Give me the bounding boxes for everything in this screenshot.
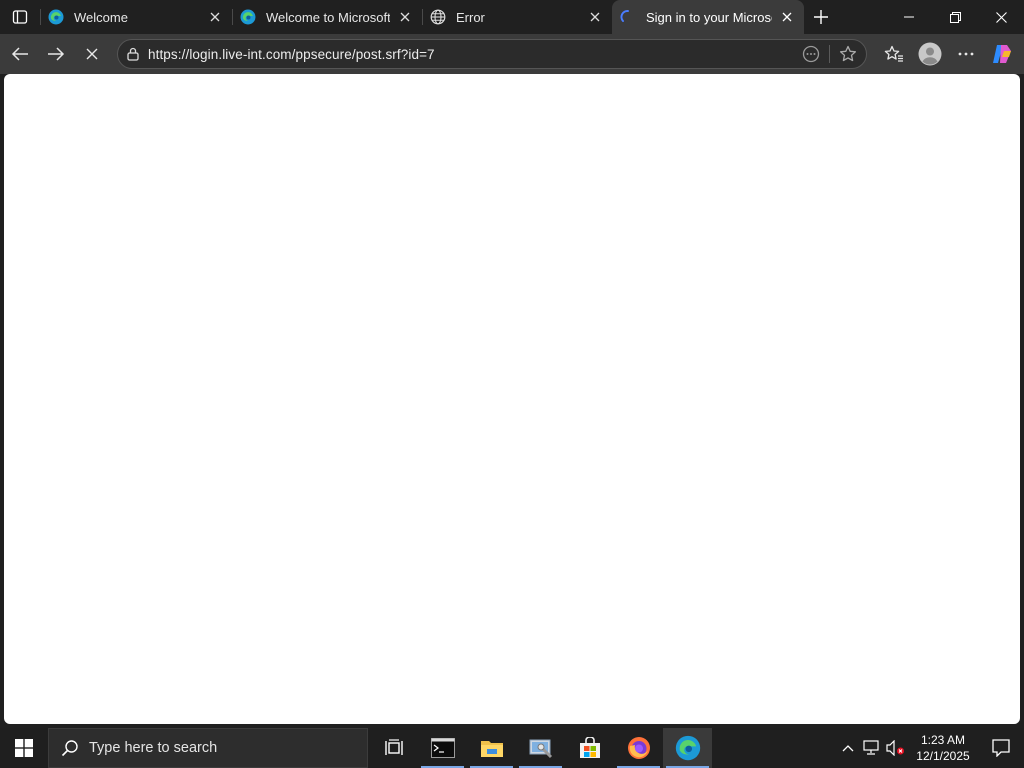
page-info-button[interactable] (793, 40, 829, 68)
microsoft-store-app[interactable] (565, 728, 614, 768)
favorites-icon (884, 45, 903, 62)
firefox-icon (627, 737, 650, 759)
address-bar[interactable]: https://login.live-int.com/ppsecure/post… (117, 39, 867, 69)
loading-spinner-icon (620, 10, 629, 22)
window-controls (886, 0, 1024, 34)
url-text[interactable]: https://login.live-int.com/ppsecure/post… (148, 47, 435, 62)
tab-title: Welcome to Microsoft Edge (266, 9, 390, 25)
chevron-up-icon (842, 745, 854, 752)
tab-strip: Welcome Welcome to Microsoft Edge Error … (0, 0, 1024, 34)
tab-sign-in[interactable]: Sign in to your Microsoft account (612, 0, 804, 34)
search-icon (61, 740, 78, 757)
close-icon (86, 48, 98, 60)
close-icon (782, 12, 792, 22)
copilot-icon (993, 45, 1011, 63)
restore-button[interactable] (932, 0, 978, 34)
file-explorer-app[interactable] (467, 728, 516, 768)
tab-title: Sign in to your Microsoft account (646, 9, 772, 25)
plus-icon (814, 10, 828, 24)
tab-error[interactable]: Error (422, 0, 612, 34)
notifications-button[interactable] (978, 728, 1024, 768)
control-panel-icon (529, 739, 552, 759)
tab-welcome-edge[interactable]: Welcome to Microsoft Edge (232, 0, 422, 34)
tab-welcome[interactable]: Welcome (40, 0, 232, 34)
clock-time: 1:23 AM (920, 733, 966, 747)
star-icon (839, 45, 857, 62)
close-icon (400, 12, 410, 22)
close-window-button[interactable] (978, 0, 1024, 34)
tab-close-button[interactable] (396, 8, 414, 26)
firefox-app[interactable] (614, 728, 663, 768)
new-tab-button[interactable] (804, 0, 838, 34)
settings-more-button[interactable] (948, 36, 984, 72)
terminal-icon (430, 738, 455, 758)
favorite-button[interactable] (830, 40, 866, 68)
arrow-right-icon (48, 47, 65, 61)
close-icon (995, 11, 1007, 23)
tab-actions-button[interactable] (0, 0, 40, 34)
control-panel-app[interactable] (516, 728, 565, 768)
windows-icon (15, 739, 33, 757)
taskbar: Type here to search 1:23 AM 12/1/2025 (0, 728, 1024, 768)
store-icon (579, 737, 600, 758)
close-icon (210, 12, 220, 22)
edge-icon (240, 9, 256, 25)
close-icon (590, 12, 600, 22)
tab-actions-icon (12, 10, 28, 24)
edge-icon (675, 735, 700, 761)
task-view-icon (384, 739, 403, 755)
tab-title: Error (456, 9, 485, 25)
clock-date: 12/1/2025 (916, 749, 970, 763)
folder-icon (480, 741, 503, 757)
tab-close-button[interactable] (778, 8, 796, 26)
notification-icon (992, 739, 1010, 757)
taskbar-search[interactable]: Type here to search (48, 728, 368, 768)
clock[interactable]: 1:23 AM 12/1/2025 (908, 732, 978, 764)
show-hidden-icons-button[interactable] (836, 728, 860, 768)
favorites-button[interactable] (876, 36, 912, 72)
more-horizontal-icon (958, 52, 974, 56)
page-content (4, 74, 1020, 724)
forward-button[interactable] (38, 36, 74, 72)
copilot-button[interactable] (984, 36, 1020, 72)
toolbar-right (876, 34, 1024, 74)
lock-icon (127, 47, 139, 61)
minimize-icon (904, 16, 914, 18)
network-icon (863, 740, 879, 755)
minimize-button[interactable] (886, 0, 932, 34)
stop-loading-button[interactable] (74, 36, 110, 72)
system-tray: 1:23 AM 12/1/2025 (836, 728, 1024, 768)
network-button[interactable] (860, 728, 884, 768)
task-view-button[interactable] (369, 728, 418, 768)
more-circle-icon (802, 45, 820, 63)
search-placeholder: Type here to search (89, 740, 218, 756)
edge-icon (48, 9, 64, 25)
browser-toolbar: https://login.live-int.com/ppsecure/post… (0, 34, 1024, 74)
profile-button[interactable] (912, 36, 948, 72)
terminal-app[interactable] (418, 728, 467, 768)
edge-app[interactable] (663, 728, 712, 768)
avatar-icon (918, 42, 942, 66)
start-button[interactable] (0, 728, 48, 768)
globe-icon (430, 9, 446, 25)
tab-close-button[interactable] (586, 8, 604, 26)
volume-muted-icon (886, 740, 904, 756)
volume-button[interactable] (884, 728, 908, 768)
tab-close-button[interactable] (206, 8, 224, 26)
back-button[interactable] (2, 36, 38, 72)
tab-title: Welcome (74, 9, 128, 25)
arrow-left-icon (11, 47, 28, 61)
restore-icon (949, 11, 961, 23)
